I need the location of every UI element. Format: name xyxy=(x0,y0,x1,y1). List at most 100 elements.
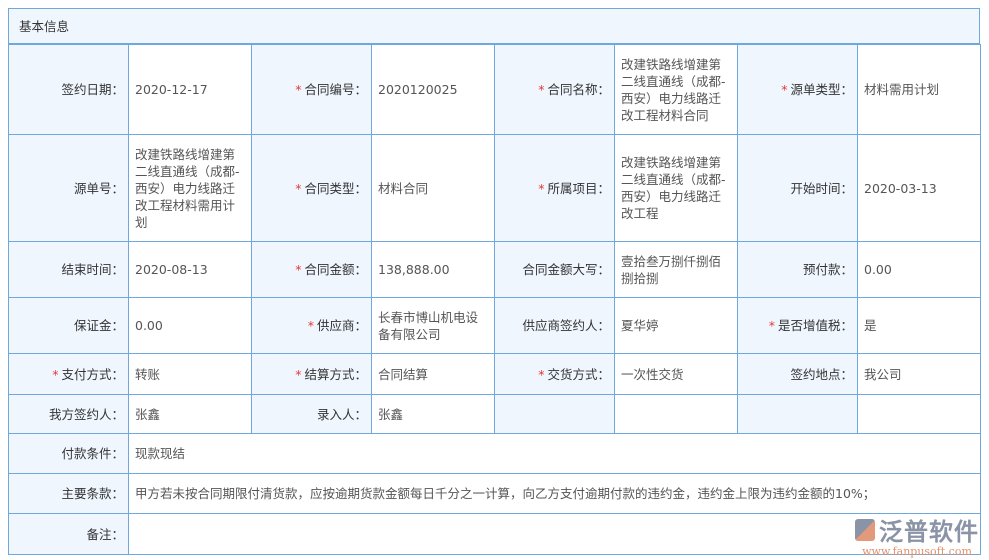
required-asterisk-icon: * xyxy=(538,366,545,382)
field-label-text: 合同名称： xyxy=(547,82,610,97)
field-label: 预付款： xyxy=(737,241,858,298)
table-row: 我方签约人： 张鑫 录入人： 张鑫 xyxy=(8,394,981,434)
field-value: 张鑫 xyxy=(371,394,495,434)
field-label xyxy=(737,394,858,434)
table-row: 签约日期： 2020-12-17 * 合同编号： 2020120025 * 合同名称： 改建铁… xyxy=(8,44,981,135)
field-label: 保证金： xyxy=(8,297,129,354)
table-row: 备注： xyxy=(8,513,981,555)
field-label: 结束时间： xyxy=(8,241,129,298)
field-value: 2020120025 xyxy=(371,44,495,135)
field-label-text: 开始时间： xyxy=(790,180,853,196)
field-value: 0.00 xyxy=(128,297,252,354)
field-label-text: 合同编号： xyxy=(304,82,367,97)
field-value: 甲方若未按合同期限付清货款，应按逾期货款金额每日千分之一计算，向乙方支付逾期付款… xyxy=(128,473,981,514)
field-label: 我方签约人： xyxy=(8,394,129,434)
field-label-text: 所属项目： xyxy=(547,180,610,196)
field-label-text: 合同金额大写： xyxy=(522,262,610,277)
field-label: * 合同类型： xyxy=(251,134,372,242)
field-label: 主要条款： xyxy=(8,473,129,514)
basic-info-panel: 基本信息 签约日期： 2020-12-17 * 合同编号： 2020120025 * 合同名… xyxy=(8,8,981,555)
field-value: 2020-12-17 xyxy=(128,44,252,135)
field-value: 材料合同 xyxy=(371,134,495,242)
field-label: * 支付方式： xyxy=(8,353,129,395)
required-asterisk-icon: * xyxy=(307,318,314,333)
required-asterisk-icon: * xyxy=(52,366,59,382)
table-row: 源单号： 改建铁路线增建第二线直通线（成都-西安）电力线路迁改工程材料需用计划 * 合… xyxy=(8,134,981,242)
field-value: 转账 xyxy=(128,353,252,395)
info-table: 签约日期： 2020-12-17 * 合同编号： 2020120025 * 合同名称： 改建铁… xyxy=(8,44,981,555)
field-value: 2020-08-13 xyxy=(128,241,252,298)
field-label-text: 源单号： xyxy=(73,180,124,196)
field-value xyxy=(857,394,981,434)
field-value xyxy=(614,394,738,434)
field-label: 供应商签约人： xyxy=(494,297,615,354)
field-label-text: 交货方式： xyxy=(547,366,610,382)
field-label-text: 签约地点： xyxy=(790,366,853,382)
field-value: 长春市博山机电设备有限公司 xyxy=(371,297,495,354)
field-label: * 所属项目： xyxy=(494,134,615,242)
field-value: 夏华婷 xyxy=(614,297,738,354)
field-label-text: 我方签约人： xyxy=(48,406,124,422)
field-label: * 交货方式： xyxy=(494,353,615,395)
field-label: * 合同编号： xyxy=(251,44,372,135)
logo-name: 泛普软件 xyxy=(879,518,979,546)
table-row: * 支付方式： 转账 * 结算方式： 合同结算 * 交货方式： 一次性交货 签约地点： 我公司 xyxy=(8,353,981,395)
field-label: 备注： xyxy=(8,513,129,555)
required-asterisk-icon: * xyxy=(295,262,302,277)
field-value: 2020-03-13 xyxy=(857,134,981,242)
logo-icon xyxy=(855,518,875,541)
field-value: 现款现结 xyxy=(128,433,981,474)
field-label: * 合同金额： xyxy=(251,241,372,298)
logo-url: www.fanpusoft.com xyxy=(862,545,972,558)
field-label: 付款条件： xyxy=(8,433,129,474)
required-asterisk-icon: * xyxy=(295,82,302,97)
section-title: 基本信息 xyxy=(8,8,980,44)
field-label xyxy=(494,394,615,434)
field-value xyxy=(128,513,981,555)
field-value: 改建铁路线增建第二线直通线（成都-西安）电力线路迁改工程 xyxy=(614,134,738,242)
required-asterisk-icon: * xyxy=(295,366,302,382)
field-label-text: 合同金额： xyxy=(304,262,367,277)
field-label: * 结算方式： xyxy=(251,353,372,395)
required-asterisk-icon: * xyxy=(781,82,788,97)
field-label: * 供应商： xyxy=(251,297,372,354)
field-label-text: 结算方式： xyxy=(304,366,367,382)
field-label-text: 保证金： xyxy=(73,318,124,333)
watermark-logo: 泛普软件 www.fanpusoft.com xyxy=(855,512,979,558)
field-label: * 源单类型： xyxy=(737,44,858,135)
field-value: 一次性交货 xyxy=(614,353,738,395)
field-value: 壹拾叁万捌仟捌佰捌拾捌 xyxy=(614,241,738,298)
required-asterisk-icon: * xyxy=(768,318,775,333)
field-label: 录入人： xyxy=(251,394,372,434)
field-label: * 是否增值税： xyxy=(737,297,858,354)
field-value: 改建铁路线增建第二线直通线（成都-西安）电力线路迁改工程材料合同 xyxy=(614,44,738,135)
field-value: 138,888.00 xyxy=(371,241,495,298)
field-label-text: 预付款： xyxy=(802,262,853,277)
field-label: * 合同名称： xyxy=(494,44,615,135)
field-label-text: 供应商签约人： xyxy=(522,318,610,333)
field-value: 改建铁路线增建第二线直通线（成都-西安）电力线路迁改工程材料需用计划 xyxy=(128,134,252,242)
field-label-text: 供应商： xyxy=(316,318,367,333)
table-row: 结束时间： 2020-08-13 * 合同金额： 138,888.00 合同金额大写： 壹拾… xyxy=(8,241,981,298)
field-label-text: 结束时间： xyxy=(61,262,124,277)
field-label-text: 是否增值税： xyxy=(777,318,853,333)
field-label-text: 支付方式： xyxy=(61,366,124,382)
field-value: 材料需用计划 xyxy=(857,44,981,135)
required-asterisk-icon: * xyxy=(538,82,545,97)
field-label: 签约地点： xyxy=(737,353,858,395)
field-value: 张鑫 xyxy=(128,394,252,434)
table-row: 付款条件： 现款现结 xyxy=(8,433,981,474)
field-label: 签约日期： xyxy=(8,44,129,135)
field-value: 我公司 xyxy=(857,353,981,395)
required-asterisk-icon: * xyxy=(295,180,302,196)
field-label: 开始时间： xyxy=(737,134,858,242)
field-label-text: 源单类型： xyxy=(790,82,853,97)
field-label-text: 合同类型： xyxy=(304,180,367,196)
field-value: 0.00 xyxy=(857,241,981,298)
field-value: 是 xyxy=(857,297,981,354)
table-row: 主要条款： 甲方若未按合同期限付清货款，应按逾期货款金额每日千分之一计算，向乙方支… xyxy=(8,473,981,514)
field-label-text: 录入人： xyxy=(316,406,367,422)
field-label: 源单号： xyxy=(8,134,129,242)
table-row: 保证金： 0.00 * 供应商： 长春市博山机电设备有限公司 供应商签约人： 夏华婷 * 是否增… xyxy=(8,297,981,354)
field-value: 合同结算 xyxy=(371,353,495,395)
